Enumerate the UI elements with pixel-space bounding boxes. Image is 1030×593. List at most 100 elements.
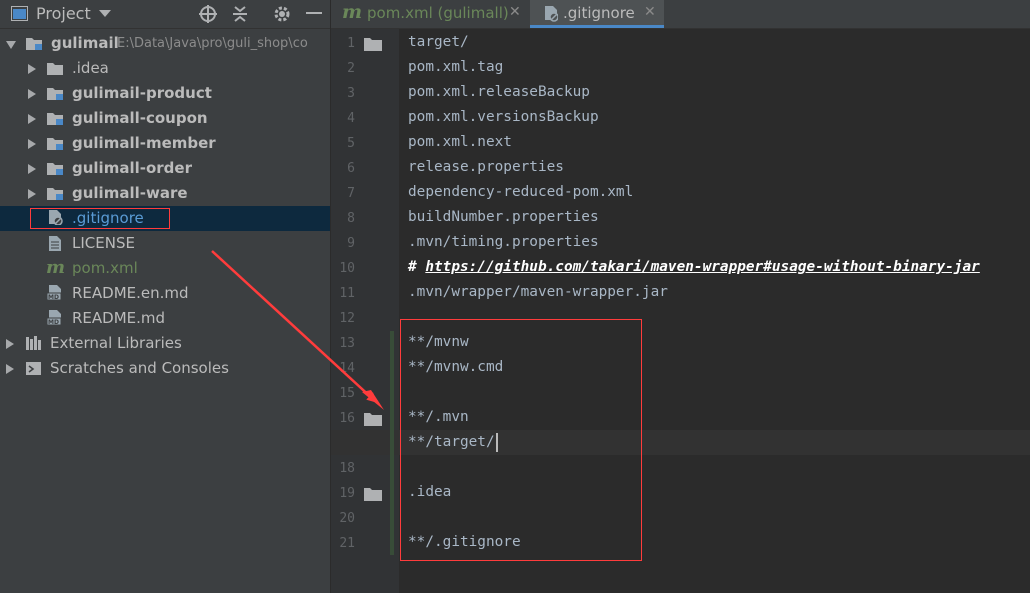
markdown-file-icon: MD xyxy=(46,285,62,300)
code-text: target/ xyxy=(408,34,469,50)
tree-item-pom[interactable]: m pom.xml xyxy=(0,256,330,281)
minimize-icon[interactable] xyxy=(306,12,322,15)
folder-icon[interactable] xyxy=(364,412,382,426)
chevron-right-icon[interactable] xyxy=(28,114,36,124)
tree-item-external-libraries[interactable]: External Libraries xyxy=(0,331,330,356)
line-number: 12 xyxy=(339,311,355,326)
maven-icon: m xyxy=(46,257,66,278)
tree-item-scratches[interactable]: Scratches and Consoles xyxy=(0,356,330,381)
line-number: 2 xyxy=(347,61,355,76)
code-line: pom.xml.releaseBackup xyxy=(408,84,590,100)
line-number: 7 xyxy=(347,186,355,201)
line-number: 13 xyxy=(339,336,355,351)
editor-tab-bar: m pom.xml (gulimall) ✕ .gitignore ✕ xyxy=(331,0,1030,29)
code-text: pom.xml.releaseBackup xyxy=(408,84,590,100)
chevron-right-icon[interactable] xyxy=(28,89,36,99)
chevron-right-icon[interactable] xyxy=(28,139,36,149)
line-number: 18 xyxy=(339,461,355,476)
markdown-file-icon: MD xyxy=(46,310,62,325)
code-line: .mvn/wrapper/maven-wrapper.jar xyxy=(408,284,668,300)
code-text: release.properties xyxy=(408,159,564,175)
tree-root-label: gulimail xyxy=(51,34,119,52)
code-text: pom.xml.tag xyxy=(408,59,504,75)
scratches-icon xyxy=(26,362,41,375)
code-text: pom.xml.next xyxy=(408,134,512,150)
tree-item-label: README.en.md xyxy=(72,284,189,302)
vcs-change-marker[interactable] xyxy=(390,331,394,555)
tree-item-label: gulimall-coupon xyxy=(72,109,208,127)
chevron-right-icon[interactable] xyxy=(28,189,36,199)
tab-gitignore[interactable]: .gitignore ✕ xyxy=(530,0,664,28)
folder-icon[interactable] xyxy=(364,487,382,501)
tree-item-license[interactable]: LICENSE xyxy=(0,231,330,256)
code-line: .mvn/timing.properties xyxy=(408,234,599,250)
module-folder-icon xyxy=(47,138,63,150)
highlight-box-gitignore xyxy=(30,208,170,229)
line-number: 19 xyxy=(339,486,355,501)
project-panel: Project gulimail E:\Data\Java\pro\guli_s… xyxy=(0,0,330,593)
svg-text:MD: MD xyxy=(48,319,59,325)
maven-icon: m xyxy=(342,1,363,23)
tree-item-idea[interactable]: .idea xyxy=(0,56,330,81)
editor-gutter[interactable]: 123456789101112131415161718192021 xyxy=(331,29,399,593)
chevron-down-icon[interactable] xyxy=(6,41,16,49)
locate-icon[interactable] xyxy=(199,5,217,23)
tree-item-gulimall-order[interactable]: gulimall-order xyxy=(0,156,330,181)
highlight-box-code xyxy=(400,319,642,561)
tree-item-readme-en[interactable]: MD README.en.md xyxy=(0,281,330,306)
tab-pom[interactable]: m pom.xml (gulimall) ✕ xyxy=(331,0,529,28)
folder-icon xyxy=(47,63,63,75)
chevron-down-icon[interactable] xyxy=(99,10,111,17)
code-line: release.properties xyxy=(408,159,564,175)
comment-link[interactable]: https://github.com/takari/maven-wrapper#… xyxy=(425,259,980,275)
tree-item-label: gulimall-member xyxy=(72,134,216,152)
module-folder-icon xyxy=(47,188,63,200)
project-panel-title[interactable]: Project xyxy=(36,4,91,23)
code-line: # https://github.com/takari/maven-wrappe… xyxy=(408,259,980,275)
tree-item-gulimall-member[interactable]: gulimall-member xyxy=(0,131,330,156)
code-line: buildNumber.properties xyxy=(408,209,599,225)
project-window-icon[interactable] xyxy=(11,6,28,21)
library-icon xyxy=(26,336,41,350)
tree-item-root[interactable]: gulimail E:\Data\Java\pro\guli_shop\co xyxy=(0,31,330,56)
line-number: 21 xyxy=(339,536,355,551)
chevron-right-icon[interactable] xyxy=(28,164,36,174)
tree-item-label: Scratches and Consoles xyxy=(50,359,229,377)
module-folder-icon xyxy=(47,88,63,100)
tree-item-gulimall-coupon[interactable]: gulimall-coupon xyxy=(0,106,330,131)
text-file-icon xyxy=(49,236,61,251)
chevron-right-icon[interactable] xyxy=(6,339,14,349)
tree-item-label: gulimail-product xyxy=(72,84,212,102)
line-number: 16 xyxy=(339,411,355,426)
tree-root-path: E:\Data\Java\pro\guli_shop\co xyxy=(117,36,308,51)
code-text: dependency-reduced-pom.xml xyxy=(408,184,634,200)
code-line: pom.xml.tag xyxy=(408,59,503,75)
chevron-right-icon[interactable] xyxy=(28,64,36,74)
line-number: 6 xyxy=(347,161,355,176)
line-number: 20 xyxy=(339,511,355,526)
line-number: 14 xyxy=(339,361,355,376)
collapse-all-icon[interactable] xyxy=(232,5,248,23)
tree-item-readme[interactable]: MD README.md xyxy=(0,306,330,331)
code-text: # xyxy=(408,259,426,275)
tree-item-label: README.md xyxy=(72,309,166,327)
code-text: pom.xml.versionsBackup xyxy=(408,109,599,125)
close-icon[interactable]: ✕ xyxy=(644,4,656,20)
chevron-right-icon[interactable] xyxy=(6,364,14,374)
gear-icon[interactable] xyxy=(273,5,291,23)
tree-item-gulimail-product[interactable]: gulimail-product xyxy=(0,81,330,106)
tree-item-label: LICENSE xyxy=(72,234,135,252)
tree-item-label: pom.xml xyxy=(72,259,138,277)
code-line: dependency-reduced-pom.xml xyxy=(408,184,633,200)
code-text: .mvn/wrapper/maven-wrapper.jar xyxy=(408,284,668,300)
svg-text:MD: MD xyxy=(48,294,59,300)
line-number: 10 xyxy=(339,261,355,276)
close-icon[interactable]: ✕ xyxy=(509,4,521,20)
line-number: 8 xyxy=(347,211,355,226)
module-folder-icon xyxy=(47,113,63,125)
tree-item-gulimall-ware[interactable]: gulimall-ware xyxy=(0,181,330,206)
folder-icon[interactable] xyxy=(364,37,382,51)
tree-item-label: gulimall-order xyxy=(72,159,192,177)
code-text: .mvn/timing.properties xyxy=(408,234,599,250)
module-folder-icon xyxy=(26,38,42,50)
